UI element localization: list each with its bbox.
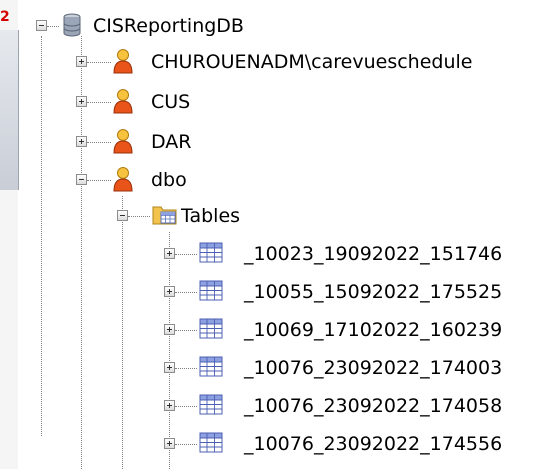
tree-node-label: _10069_17102022_160239 bbox=[244, 319, 503, 341]
collapse-toggle[interactable] bbox=[76, 174, 87, 185]
expand-toggle[interactable] bbox=[164, 324, 175, 335]
user-icon bbox=[113, 49, 133, 74]
collapse-toggle[interactable] bbox=[36, 20, 47, 31]
tree-node-table[interactable]: _10076_23092022_174003 bbox=[0, 350, 554, 386]
collapse-toggle[interactable] bbox=[117, 210, 128, 221]
tree-node-label: _10023_19092022_151746 bbox=[244, 243, 503, 265]
table-icon bbox=[199, 394, 223, 415]
tree-node-label: _10076_23092022_174556 bbox=[244, 433, 503, 455]
tree-node-table[interactable]: _10055_15092022_175525 bbox=[0, 274, 554, 310]
tree-node-user[interactable]: DAR bbox=[0, 124, 554, 160]
tree-node-database[interactable]: CISReportingDB bbox=[0, 8, 554, 44]
tree-node-table[interactable]: _10076_23092022_174058 bbox=[0, 388, 554, 424]
tree-node-label: _10055_15092022_175525 bbox=[244, 281, 503, 303]
table-icon bbox=[199, 356, 223, 377]
expand-toggle[interactable] bbox=[164, 362, 175, 373]
database-icon bbox=[63, 13, 81, 37]
tree-node-label: _10076_23092022_174003 bbox=[244, 357, 503, 379]
tree-node-table[interactable]: _10023_19092022_151746 bbox=[0, 236, 554, 272]
table-icon bbox=[199, 318, 223, 339]
table-icon bbox=[199, 432, 223, 453]
expand-toggle[interactable] bbox=[164, 248, 175, 259]
tree-node-user[interactable]: CHUROUENADM\carevueschedule bbox=[0, 44, 554, 80]
tree-node-label: DAR bbox=[151, 131, 192, 153]
user-icon bbox=[113, 129, 133, 154]
expand-toggle[interactable] bbox=[164, 400, 175, 411]
expand-toggle[interactable] bbox=[76, 96, 87, 107]
tree-node-label: CISReportingDB bbox=[93, 15, 244, 37]
folder-icon bbox=[152, 206, 177, 225]
tree-node-table[interactable]: _10076_23092022_174556 bbox=[0, 426, 554, 462]
user-icon bbox=[113, 167, 133, 192]
expand-toggle[interactable] bbox=[164, 286, 175, 297]
table-icon bbox=[199, 280, 223, 301]
expand-toggle[interactable] bbox=[164, 438, 175, 449]
tree-node-table[interactable]: _10069_17102022_160239 bbox=[0, 312, 554, 348]
tree-node-label: _10076_23092022_174058 bbox=[244, 395, 503, 417]
expand-toggle[interactable] bbox=[76, 56, 87, 67]
tree-node-label: CUS bbox=[151, 91, 191, 113]
expand-toggle[interactable] bbox=[76, 136, 87, 147]
table-icon bbox=[199, 242, 223, 263]
tree-node-user[interactable]: CUS bbox=[0, 84, 554, 120]
tree-node-label: Tables bbox=[181, 205, 241, 227]
tree-node-folder[interactable]: Tables bbox=[0, 198, 554, 234]
tree-node-user-expanded[interactable]: dbo bbox=[0, 162, 554, 198]
user-icon bbox=[113, 89, 133, 114]
tree-node-label: dbo bbox=[151, 169, 187, 191]
tree-node-label: CHUROUENADM\carevueschedule bbox=[151, 51, 473, 73]
